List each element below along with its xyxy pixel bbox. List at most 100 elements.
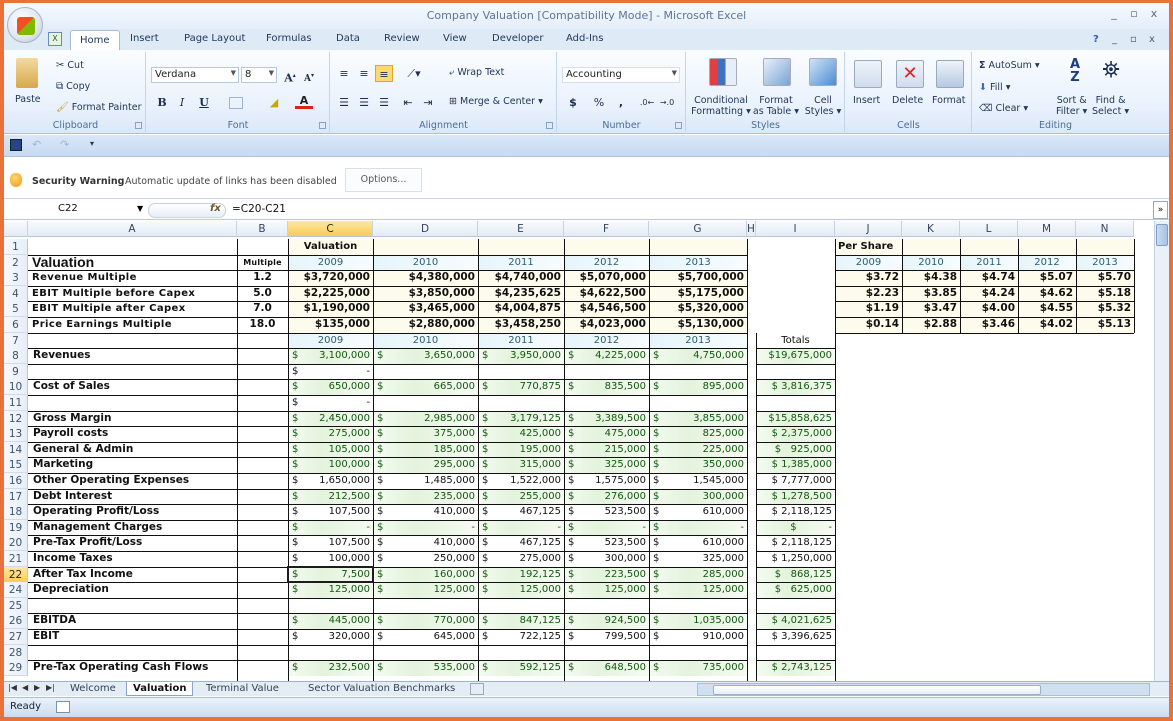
financial-value[interactable]: $924,500: [564, 613, 649, 630]
total-value[interactable]: $ 2,118,125: [756, 504, 835, 520]
row-label[interactable]: Payroll costs: [28, 426, 237, 442]
financial-value[interactable]: $799,500: [564, 629, 649, 645]
vertical-scroll-thumb[interactable]: [1156, 224, 1168, 246]
total-value[interactable]: $ 925,000: [756, 441, 835, 458]
number-format-select[interactable]: Accounting ▼: [562, 67, 680, 83]
per-share-value[interactable]: $4.62: [1018, 285, 1076, 302]
row-header-20[interactable]: 20: [4, 535, 28, 552]
financial-value[interactable]: $125,000: [564, 582, 649, 599]
total-value[interactable]: $ 1,385,000: [756, 457, 835, 474]
per-share-value[interactable]: $5.07: [1018, 270, 1076, 287]
financial-value[interactable]: $410,000: [373, 504, 478, 520]
total-value[interactable]: $ 3,816,375: [756, 379, 835, 396]
format-painter-button[interactable]: 🖌 Format Painter: [56, 102, 142, 113]
increase-decimal-button[interactable]: .0←: [638, 94, 656, 111]
valuation-value[interactable]: $4,235,625: [478, 285, 564, 302]
financial-value[interactable]: $160,000: [373, 566, 478, 583]
row-label[interactable]: Operating Profit/Loss: [28, 504, 237, 520]
cell-styles-button[interactable]: Cell Styles ▾: [801, 95, 845, 117]
multiple-value[interactable]: 5.0: [237, 286, 288, 302]
sheet-tab-terminal-value[interactable]: Terminal Value: [200, 682, 285, 696]
font-color-button[interactable]: A: [295, 94, 313, 109]
financial-value[interactable]: $770,000: [373, 613, 478, 630]
macro-record-icon[interactable]: [56, 701, 70, 713]
row-header-24[interactable]: 24: [4, 582, 28, 599]
financial-value[interactable]: $910,000: [649, 629, 747, 645]
valuation-header[interactable]: Valuation: [288, 239, 373, 255]
financial-value[interactable]: $1,650,000: [288, 473, 373, 489]
totals-header[interactable]: Totals: [756, 333, 835, 349]
italic-button[interactable]: I: [173, 94, 191, 111]
financial-value[interactable]: $250,000: [373, 551, 478, 567]
per-share-value[interactable]: $4.00: [960, 301, 1018, 318]
total-value[interactable]: $15,858,625: [756, 410, 835, 427]
next-sheet-button[interactable]: ▶: [34, 683, 40, 692]
per-share-value[interactable]: $5.18: [1076, 285, 1134, 302]
horizontal-scrollbar[interactable]: [697, 683, 1150, 696]
security-options-button[interactable]: Options...: [345, 168, 422, 192]
per-share-value[interactable]: $2.23: [835, 285, 902, 302]
column-header-a[interactable]: A: [28, 221, 237, 237]
financial-value[interactable]: $125,000: [649, 582, 747, 599]
financial-value[interactable]: $1,035,000: [649, 613, 747, 630]
font-size-select[interactable]: 8 ▼: [241, 67, 277, 83]
valuation-value[interactable]: $5,070,000: [564, 270, 649, 287]
financial-value[interactable]: $3,179,125: [478, 410, 564, 427]
last-sheet-button[interactable]: ▶|: [46, 683, 55, 692]
row-label[interactable]: After Tax Income: [28, 567, 237, 583]
row-header-6[interactable]: 6: [4, 317, 28, 333]
currency-button[interactable]: $: [564, 94, 582, 111]
valuation-value[interactable]: $3,720,000: [288, 270, 373, 287]
total-value[interactable]: $ -: [756, 519, 835, 536]
copy-button[interactable]: ⧉ Copy: [56, 81, 90, 92]
prev-sheet-button[interactable]: ◀: [22, 683, 28, 692]
insert-function-button[interactable]: fx: [210, 203, 221, 214]
column-header-n[interactable]: N: [1076, 221, 1134, 237]
valuation-value[interactable]: $4,023,000: [564, 317, 649, 333]
year-header[interactable]: 2009: [288, 332, 373, 349]
financial-value[interactable]: $895,000: [649, 379, 747, 396]
tab-formulas[interactable]: Formulas: [266, 33, 312, 44]
financial-value[interactable]: $225,000: [649, 441, 747, 458]
row-label[interactable]: Pre-Tax Profit/Loss: [28, 535, 237, 551]
total-value[interactable]: $ 1,250,000: [756, 551, 835, 567]
total-value[interactable]: $ 2,743,125: [756, 660, 835, 677]
financial-value[interactable]: $1,522,000: [478, 473, 564, 489]
format-as-table-button[interactable]: Format as Table ▾: [751, 95, 801, 117]
row-header-9[interactable]: 9: [4, 363, 28, 380]
financial-value[interactable]: $107,500: [288, 535, 373, 551]
column-header-h[interactable]: H: [747, 221, 756, 237]
valuation-value[interactable]: $4,546,500: [564, 301, 649, 318]
row-header-25[interactable]: 25: [4, 597, 28, 614]
financial-value[interactable]: $ -: [649, 519, 747, 536]
per-share-value[interactable]: $3.46: [960, 317, 1018, 333]
financial-value[interactable]: $523,500: [564, 535, 649, 551]
format-cells-button[interactable]: Format: [932, 95, 965, 106]
financial-value[interactable]: $235,000: [373, 488, 478, 505]
financial-value[interactable]: $3,855,000: [649, 410, 747, 427]
financial-value[interactable]: $107,500: [288, 504, 373, 520]
financial-value[interactable]: $4,750,000: [649, 348, 747, 365]
doc-minimize-button[interactable]: _: [1112, 34, 1117, 45]
financial-value[interactable]: $100,000: [288, 551, 373, 567]
financial-value[interactable]: $325,000: [649, 551, 747, 567]
column-header-g[interactable]: G: [649, 221, 747, 237]
financial-value[interactable]: $ -: [478, 519, 564, 536]
conditional-formatting-button[interactable]: Conditional Formatting ▾: [690, 95, 752, 117]
financial-value[interactable]: $610,000: [649, 535, 747, 551]
column-header-c[interactable]: C: [288, 221, 373, 237]
year-header[interactable]: 2011: [478, 254, 564, 271]
autosum-button[interactable]: Σ AutoSum ▾: [979, 60, 1040, 71]
multiple-value[interactable]: 7.0: [237, 301, 288, 317]
row-header-22[interactable]: 22: [4, 566, 28, 583]
financial-value[interactable]: $100,000: [288, 457, 373, 474]
financial-value[interactable]: $535,000: [373, 660, 478, 677]
per-share-year-header[interactable]: 2012: [1018, 254, 1076, 271]
per-share-value[interactable]: $4.55: [1018, 301, 1076, 318]
total-value[interactable]: $ 625,000: [756, 582, 835, 599]
row-label[interactable]: [28, 645, 237, 661]
financial-value[interactable]: $ -: [288, 519, 373, 536]
per-share-value[interactable]: $5.70: [1076, 270, 1134, 287]
worksheet-grid[interactable]: ABCDEFGHIJKLMN 1 2 3 4 5 6 7 8 9 10 11 12 13 14 15 16 17…: [4, 221, 1154, 681]
row-label[interactable]: Cost of Sales: [28, 379, 237, 395]
